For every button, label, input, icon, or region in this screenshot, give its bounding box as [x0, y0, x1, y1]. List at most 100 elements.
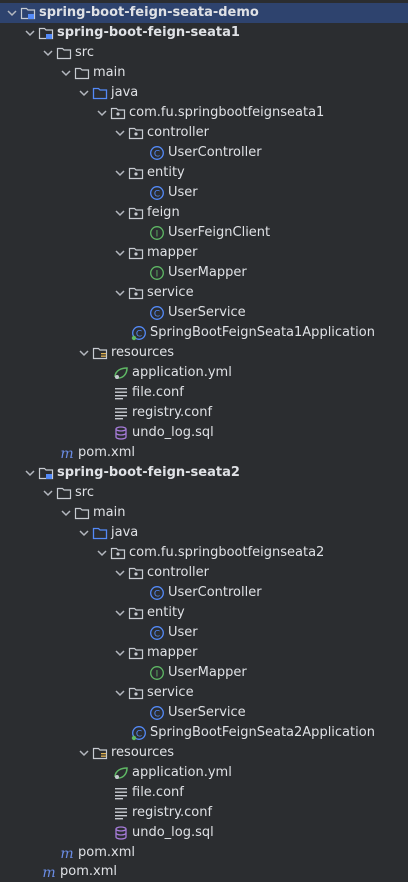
tree-node-module1[interactable]: spring-boot-feign-seata1: [0, 23, 408, 43]
tree-node-resources[interactable]: resources: [0, 743, 408, 763]
class-icon: C: [149, 305, 165, 321]
tree-node-service[interactable]: service: [0, 283, 408, 303]
maven-icon: m: [59, 845, 75, 861]
tree-node-root[interactable]: spring-boot-feign-seata-demo: [0, 3, 408, 23]
text-file-icon: [113, 785, 129, 801]
svg-text:I: I: [156, 230, 159, 240]
chevron-down-icon[interactable]: [112, 683, 128, 703]
chevron-down-icon[interactable]: [40, 483, 56, 503]
tree-node-registry-conf[interactable]: registry.conf: [0, 403, 408, 423]
tree-node-service[interactable]: service: [0, 683, 408, 703]
tree-node-pom-xml[interactable]: m pom.xml: [0, 843, 408, 863]
tree-node-mapper[interactable]: mapper: [0, 643, 408, 663]
chevron-down-icon[interactable]: [112, 563, 128, 583]
chevron-down-icon[interactable]: [112, 643, 128, 663]
tree-node-label: SpringBootFeignSeata2Application: [150, 725, 375, 740]
tree-node-label: UserService: [168, 705, 246, 720]
tree-node-label: undo_log.sql: [132, 825, 214, 840]
chevron-down-icon[interactable]: [76, 343, 92, 363]
tree-node-package[interactable]: com.fu.springbootfeignseata2: [0, 543, 408, 563]
chevron-down-icon[interactable]: [40, 43, 56, 63]
maven-icon: m: [41, 864, 57, 880]
tree-node-package[interactable]: com.fu.springbootfeignseata1: [0, 103, 408, 123]
chevron-down-icon[interactable]: [76, 83, 92, 103]
chevron-down-icon[interactable]: [22, 23, 38, 43]
text-file-icon: [113, 385, 129, 401]
svg-text:m: m: [42, 865, 55, 880]
tree-node-feign[interactable]: feign: [0, 203, 408, 223]
chevron-down-icon[interactable]: [94, 103, 110, 123]
tree-node-user-mapper[interactable]: I UserMapper: [0, 263, 408, 283]
tree-node-root-pom-xml[interactable]: m pom.xml: [0, 862, 408, 882]
tree-node-java[interactable]: java: [0, 523, 408, 543]
package-icon: [128, 205, 144, 221]
tree-node-application-yml[interactable]: application.yml: [0, 363, 408, 383]
chevron-down-icon[interactable]: [76, 523, 92, 543]
interface-icon: I: [149, 665, 165, 681]
tree-node-mapper[interactable]: mapper: [0, 243, 408, 263]
chevron-down-icon[interactable]: [4, 3, 20, 23]
svg-text:m: m: [60, 846, 73, 861]
tree-node-main[interactable]: main: [0, 503, 408, 523]
chevron-down-icon[interactable]: [112, 283, 128, 303]
tree-node-user[interactable]: C User: [0, 183, 408, 203]
tree-node-registry-conf[interactable]: registry.conf: [0, 803, 408, 823]
tree-node-label: SpringBootFeignSeata1Application: [150, 325, 375, 340]
tree-node-label: pom.xml: [78, 445, 135, 460]
chevron-down-icon[interactable]: [58, 503, 74, 523]
tree-node-user-service[interactable]: C UserService: [0, 303, 408, 323]
tree-node-entity[interactable]: entity: [0, 603, 408, 623]
interface-icon: I: [149, 265, 165, 281]
chevron-down-icon[interactable]: [58, 63, 74, 83]
tree-node-src[interactable]: src: [0, 483, 408, 503]
chevron-down-icon[interactable]: [112, 163, 128, 183]
tree-node-module2[interactable]: spring-boot-feign-seata2: [0, 463, 408, 483]
tree-node-user-feign-client[interactable]: I UserFeignClient: [0, 223, 408, 243]
tree-node-undo-log-sql[interactable]: undo_log.sql: [0, 823, 408, 843]
tree-node-user[interactable]: C User: [0, 623, 408, 643]
tree-node-label: UserController: [168, 585, 262, 600]
chevron-down-icon[interactable]: [112, 203, 128, 223]
tree-node-label: resources: [111, 345, 175, 360]
tree-node-main[interactable]: main: [0, 63, 408, 83]
svg-text:C: C: [154, 190, 160, 200]
chevron-down-icon[interactable]: [22, 463, 38, 483]
module-folder-icon: [38, 465, 54, 481]
tree-node-user-mapper[interactable]: I UserMapper: [0, 663, 408, 683]
chevron-down-icon[interactable]: [112, 123, 128, 143]
chevron-down-icon[interactable]: [112, 243, 128, 263]
tree-node-controller[interactable]: controller: [0, 123, 408, 143]
tree-node-resources[interactable]: resources: [0, 343, 408, 363]
tree-node-undo-log-sql[interactable]: undo_log.sql: [0, 423, 408, 443]
tree-node-user-controller[interactable]: C UserController: [0, 583, 408, 603]
tree-node-label: UserFeignClient: [168, 225, 271, 240]
tree-node-label: feign: [147, 205, 180, 220]
tree-node-label: main: [93, 65, 126, 80]
tree-node-user-service[interactable]: C UserService: [0, 703, 408, 723]
svg-text:C: C: [154, 590, 160, 600]
spring-config-icon: [113, 365, 129, 381]
tree-node-label: com.fu.springbootfeignseata1: [129, 105, 325, 120]
tree-node-label: UserMapper: [168, 665, 247, 680]
class-icon: C: [149, 705, 165, 721]
tree-node-application-class[interactable]: C SpringBootFeignSeata1Application: [0, 323, 408, 343]
tree-node-file-conf[interactable]: file.conf: [0, 383, 408, 403]
tree-node-label: pom.xml: [60, 864, 117, 879]
tree-node-user-controller[interactable]: C UserController: [0, 143, 408, 163]
tree-node-java[interactable]: java: [0, 83, 408, 103]
text-file-icon: [113, 405, 129, 421]
svg-text:C: C: [154, 150, 160, 160]
tree-node-application-yml[interactable]: application.yml: [0, 763, 408, 783]
chevron-down-icon[interactable]: [76, 743, 92, 763]
tree-node-src[interactable]: src: [0, 43, 408, 63]
tree-node-controller[interactable]: controller: [0, 563, 408, 583]
chevron-down-icon[interactable]: [112, 603, 128, 623]
chevron-down-icon[interactable]: [94, 543, 110, 563]
tree-node-entity[interactable]: entity: [0, 163, 408, 183]
source-folder-icon: [92, 85, 108, 101]
package-icon: [128, 645, 144, 661]
tree-node-label: file.conf: [132, 385, 184, 400]
tree-node-file-conf[interactable]: file.conf: [0, 783, 408, 803]
tree-node-pom-xml[interactable]: m pom.xml: [0, 443, 408, 463]
tree-node-application-class[interactable]: C SpringBootFeignSeata2Application: [0, 723, 408, 743]
